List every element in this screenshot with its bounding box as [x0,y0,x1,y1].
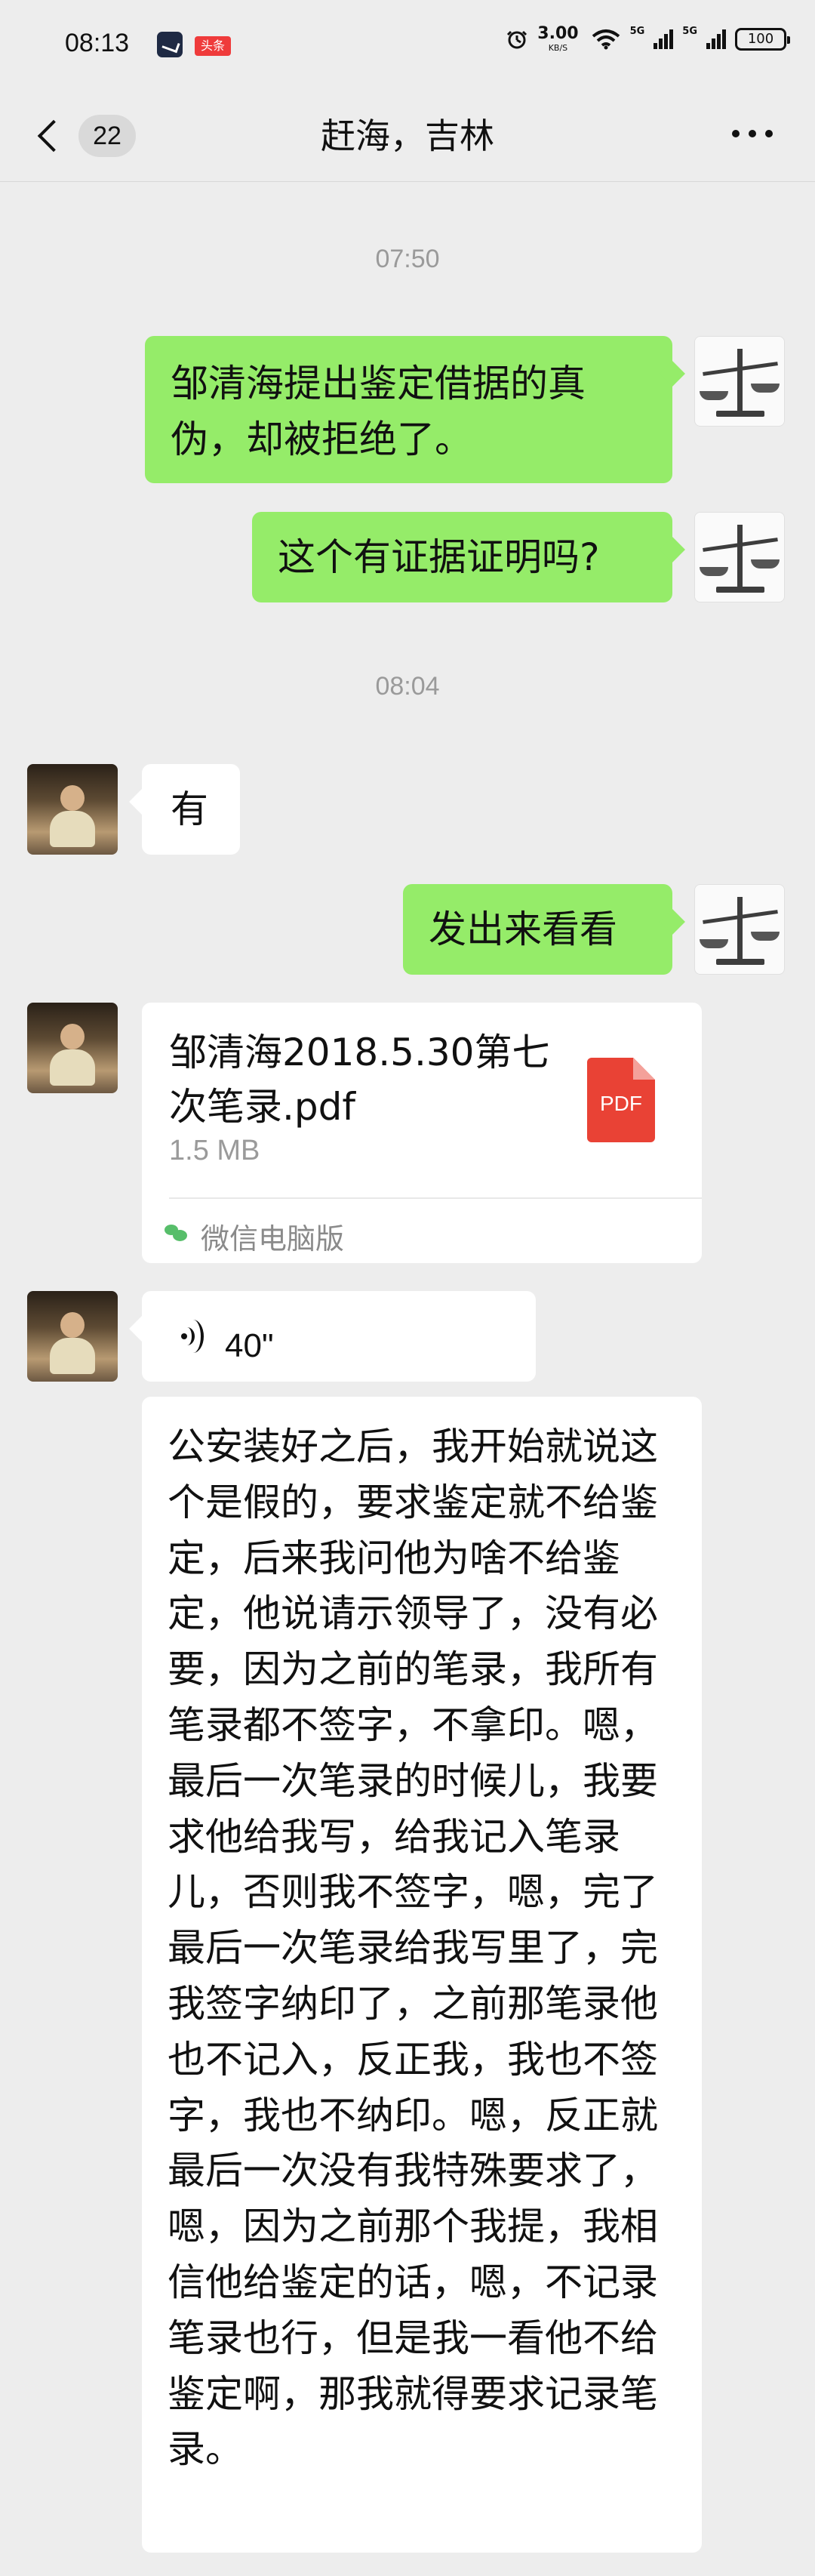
sent-message-bubble[interactable]: 邹清海提出鉴定借据的真伪，却被拒绝了。 [145,336,672,483]
more-dot-icon [749,130,756,137]
file-source-label: 微信电脑版 [201,1222,345,1256]
scale-pan [751,932,780,941]
pdf-fold-icon [633,1058,655,1080]
contact-avatar[interactable] [27,1291,118,1382]
scale-pan [751,559,780,569]
scale-base [716,587,764,593]
signal-bars-1 [654,29,674,49]
more-button[interactable] [732,130,773,137]
scale-base [716,411,764,417]
file-size: 1.5 MB [169,1135,260,1166]
message-text: 有 [171,787,208,831]
battery-level: 100 [747,31,774,47]
timestamp: 08:04 [375,672,440,701]
alarm-icon [507,30,527,48]
message-text: 发出来看看 [429,907,617,951]
voice-transcript-text: 公安装好之后，我开始就说这个是假的，要求鉴定就不给鉴定，后来我问他为啥不给鉴定，… [168,1425,658,2472]
message-text: 这个有证据证明吗? [278,535,600,579]
wifi-icon [592,29,620,49]
chevron-left-icon [37,119,70,153]
voice-duration: 40" [225,1327,274,1364]
voice-transcript-card[interactable]: 公安装好之后，我开始就说这个是假的，要求鉴定就不给鉴定，后来我问他为啥不给鉴定，… [142,1397,702,2553]
scale-post [737,897,743,962]
unread-count: 22 [78,115,136,157]
received-message-bubble[interactable]: 有 [142,764,240,855]
pdf-type-label: PDF [600,1092,642,1115]
back-button[interactable]: 22 [32,113,143,159]
timestamp: 07:50 [375,245,440,273]
sent-message-bubble[interactable]: 发出来看看 [403,884,672,975]
scale-post [737,525,743,590]
scale-post [737,349,743,414]
file-message-card[interactable]: 邹清海2018.5.30第七次笔录.pdf 1.5 MB PDF 微信电脑版 [142,1003,702,1263]
network-type-2: 5G [682,26,697,37]
scale-pan [700,939,728,948]
more-dot-icon [732,130,740,137]
voice-wave-icon [181,1320,204,1353]
chat-header: 赶海，吉林 22 [0,91,815,182]
network-speed: 3.00 KB/S [537,24,579,53]
status-bar: 08:13 头条 3.00 KB/S 5G 5G 100 [0,0,815,91]
network-speed-unit: KB/S [548,43,568,53]
status-indicators: 3.00 KB/S 5G 5G 100 [506,24,790,53]
self-avatar[interactable] [694,512,785,602]
message-text: 邹清海提出鉴定借据的真伪，却被拒绝了。 [171,362,586,461]
self-avatar[interactable] [694,336,785,427]
contact-avatar[interactable] [27,1003,118,1093]
signal-bars-2 [706,29,726,49]
battery-icon: 100 [735,27,790,51]
file-divider [169,1197,702,1199]
headline-badge: 头条 [195,36,231,56]
sent-message-bubble[interactable]: 这个有证据证明吗? [252,512,672,602]
scale-pan [700,567,728,576]
app-notification-icon [157,32,183,57]
status-time: 08:13 [65,29,130,57]
scale-base [716,959,764,965]
network-speed-value: 3.00 [537,24,579,43]
file-name: 邹清海2018.5.30第七次笔录.pdf [169,1031,550,1129]
more-dot-icon [765,130,773,137]
voice-message-bubble[interactable]: 40" [142,1291,536,1382]
wechat-pc-icon [165,1220,189,1244]
scale-pan [700,391,728,400]
contact-avatar[interactable] [27,764,118,855]
self-avatar[interactable] [694,884,785,975]
scale-pan [751,384,780,393]
network-type-1: 5G [629,26,645,37]
